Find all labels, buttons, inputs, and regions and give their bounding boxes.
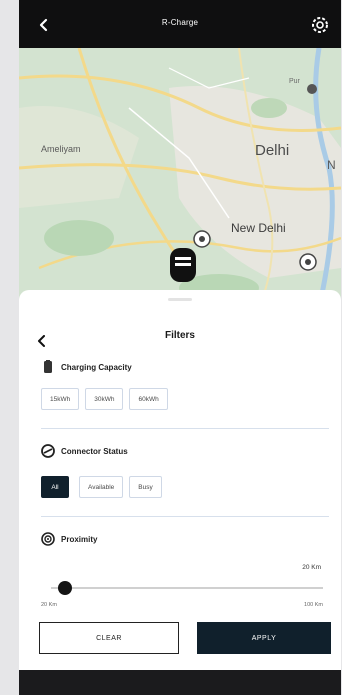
battery-icon [44,360,52,373]
map-label-town: Ameliyam [41,144,81,154]
capacity-chip-15kwh[interactable]: 15kWh [41,388,80,410]
proximity-title: Proximity [61,534,98,544]
status-chip-available[interactable]: Available [79,476,124,498]
page-title: R-Charge [161,18,199,27]
connector-status-title: Connector Status [61,446,128,456]
bottom-strip [19,670,341,695]
sheet-handle[interactable] [168,298,192,301]
map-label-new-delhi: New Delhi [231,221,286,235]
map-label-edge: N [327,158,336,172]
proximity-slider-track[interactable] [51,587,323,589]
proximity-min-label: 20 Km [41,602,57,608]
settings-button[interactable] [309,14,331,36]
gear-icon [312,17,328,33]
proximity-heading: Proximity [41,532,97,546]
proximity-max-label: 100 Km [304,602,323,608]
status-chip-busy[interactable]: Busy [129,476,162,498]
proximity-icon [41,532,55,546]
map-label-pur: Pur [289,78,300,85]
connector-icon [41,444,55,458]
status-chip-all[interactable]: All [41,476,69,498]
charging-capacity-title: Charging Capacity [61,362,132,372]
map-view[interactable]: Ameliyam Delhi New Delhi Pur N [19,48,341,308]
phone-screen: R-Charge Ameliyam Delhi New Delhi Pur N … [19,0,341,695]
proximity-slider-thumb[interactable] [57,581,72,595]
capacity-chip-30kwh[interactable]: 30kWh [85,388,124,410]
map-label-city: Delhi [255,142,290,159]
section-divider [41,516,329,517]
apply-button[interactable]: APPLY [197,622,331,654]
section-divider [41,428,329,429]
clear-button[interactable]: CLEAR [39,622,179,654]
top-bar: R-Charge [19,0,341,48]
map-graphic [19,48,341,308]
connector-status-heading: Connector Status [41,444,128,458]
charging-capacity-heading: Charging Capacity [41,360,132,374]
proximity-value: 20 Km [302,564,321,571]
filters-sheet: Filters Charging Capacity 15kWh 30kWh 60… [19,290,341,670]
capacity-chip-60kwh[interactable]: 60kWh [129,388,168,410]
charging-capacity-options: 15kWh 30kWh 60kWh [41,388,168,410]
filters-title: Filters [164,330,195,341]
connector-status-options: All Available Busy [41,476,162,498]
